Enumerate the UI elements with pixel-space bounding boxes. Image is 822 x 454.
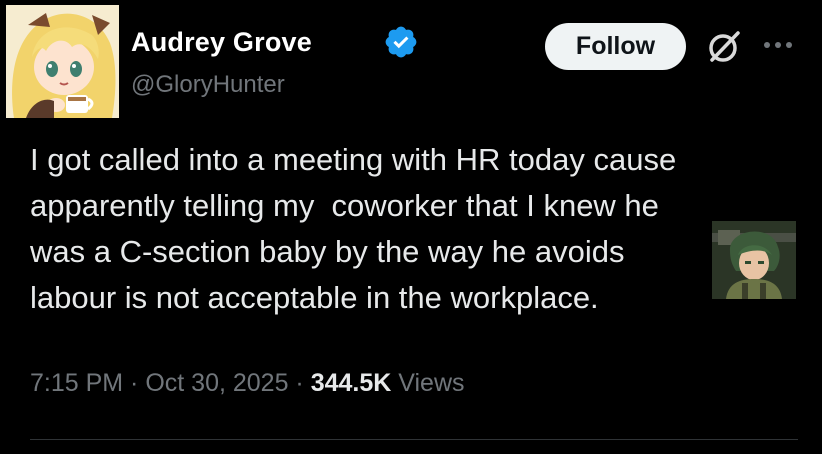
tweet-meta: 7:15 PM · Oct 30, 2025 · 344.5K Views xyxy=(30,369,465,398)
anime-boy-sticker xyxy=(712,221,796,299)
verified-badge-icon[interactable] xyxy=(383,24,419,60)
divider xyxy=(30,439,798,440)
tweet-line: labour is not acceptable in the workplac… xyxy=(30,280,599,315)
meta-separator: · xyxy=(123,369,146,397)
display-name[interactable]: Audrey Grove xyxy=(131,27,312,58)
tweet-line: was a C-section baby by the way he avoid… xyxy=(30,234,625,269)
author-handle[interactable]: @GloryHunter xyxy=(131,71,285,99)
views-label: Views xyxy=(391,369,465,397)
follow-button[interactable]: Follow xyxy=(545,23,686,70)
tweet-text: I got called into a meeting with HR toda… xyxy=(30,137,790,321)
grok-icon[interactable] xyxy=(704,27,744,67)
author-avatar[interactable] xyxy=(6,5,119,118)
meta-separator: · xyxy=(288,369,311,397)
tweet-date[interactable]: Oct 30, 2025 xyxy=(145,369,288,397)
tweet-line: apparently telling my coworker that I kn… xyxy=(30,188,659,223)
anime-girl-avatar xyxy=(6,5,119,118)
tweet-line: I got called into a meeting with HR toda… xyxy=(30,142,677,177)
more-icon[interactable] xyxy=(760,30,796,60)
views-count[interactable]: 344.5K xyxy=(311,369,392,397)
tweet-time[interactable]: 7:15 PM xyxy=(30,369,123,397)
